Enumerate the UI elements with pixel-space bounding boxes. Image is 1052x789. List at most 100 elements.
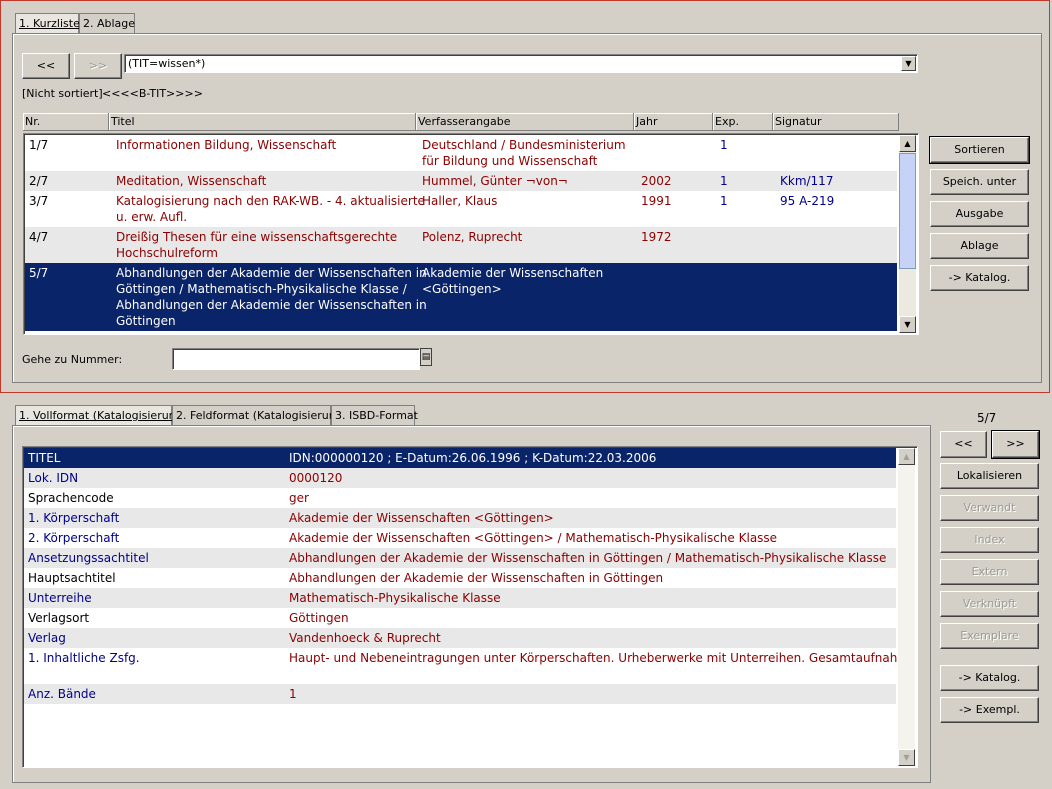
field-value: Akademie der Wissenschaften <Göttingen> … xyxy=(289,531,778,545)
field-row[interactable]: Ansetzungssachtitel Abhandlungen der Akad… xyxy=(24,548,896,568)
field-label: Ansetzungssachtitel xyxy=(28,551,149,565)
col-signatur[interactable]: Signatur xyxy=(773,113,899,131)
jahr-cell: 1972 xyxy=(641,230,672,244)
field-row[interactable]: Hauptsachtitel Abhandlungen der Akademie … xyxy=(24,568,896,588)
cell-line: für Bildung und Wissenschaft xyxy=(422,154,598,168)
lokalisieren-button[interactable]: Lokalisieren xyxy=(940,463,1039,489)
next-page-button[interactable]: >> xyxy=(74,53,122,79)
field-label: Verlagsort xyxy=(28,611,90,625)
verf-cell: Akademie der Wissenschaften <Göttingen> xyxy=(422,265,632,297)
col-jahr[interactable]: Jahr xyxy=(634,113,713,131)
sortieren-button[interactable]: Sortieren xyxy=(929,136,1030,164)
field-value: Abhandlungen der Akademie der Wissenscha… xyxy=(289,551,887,565)
exp-cell: 1 xyxy=(720,138,728,152)
sort-state: [Nicht sortiert] xyxy=(22,87,103,100)
table-row[interactable]: 1/7 Informationen Bildung, Wissenschaft De… xyxy=(25,135,897,171)
tab-ablage[interactable]: 2. Ablage xyxy=(79,13,135,33)
cell-line: Göttingen / Mathematisch-Physikalische K… xyxy=(116,282,407,296)
cell-line: Hochschulreform xyxy=(116,246,218,260)
field-row[interactable]: Anz. Bände 1 xyxy=(24,684,896,704)
field-label: 1. Körperschaft xyxy=(28,511,120,525)
goto-input[interactable] xyxy=(172,348,420,370)
detail-scrollbar[interactable]: ▲ ▼ xyxy=(898,448,915,766)
field-label: Sprachencode xyxy=(28,491,114,505)
table-row[interactable]: 5/7 Abhandlungen der Akademie der Wissens… xyxy=(25,263,897,331)
index-button[interactable]: Index xyxy=(940,527,1039,553)
list-scrollbar[interactable]: ▲ ▼ xyxy=(899,135,916,333)
col-verfasser[interactable]: Verfasserangabe xyxy=(416,113,634,131)
table-row[interactable]: 2/7 Meditation, Wissenschaft Hummel, Günte… xyxy=(25,171,897,191)
cell-line: Meditation, Wissenschaft xyxy=(116,174,267,188)
tab-feldformat[interactable]: 2. Feldformat (Katalogisierung) xyxy=(172,405,347,425)
field-label: 2. Körperschaft xyxy=(28,531,120,545)
field-value: Abhandlungen der Akademie der Wissenscha… xyxy=(289,571,664,585)
field-row[interactable]: 1. Inhaltliche Zsfg. Haupt- und Nebeneint… xyxy=(24,648,898,684)
verf-cell: Hummel, Günter ¬von¬ xyxy=(422,173,632,189)
detail-scroll-down-icon[interactable]: ▼ xyxy=(898,749,915,766)
cell-line: Akademie der Wissenschaften xyxy=(422,266,604,280)
speich-unter-button[interactable]: Speich. unter xyxy=(930,169,1029,195)
tab-kurzliste[interactable]: 1. Kurzliste xyxy=(15,13,80,33)
field-value: Vandenhoeck & Ruprecht xyxy=(289,631,441,645)
titel-cell: Informationen Bildung, Wissenschaft xyxy=(116,137,416,153)
tab-vollformat[interactable]: 1. Vollformat (Katalogisierung) xyxy=(15,405,187,425)
ausgabe-button[interactable]: Ausgabe xyxy=(930,201,1029,227)
sig-cell: 95 A-219 xyxy=(780,194,835,208)
record-next-button[interactable]: >> xyxy=(991,430,1040,459)
detail-scroll-up-icon[interactable]: ▲ xyxy=(898,448,915,465)
sig-cell: Kkm/117 xyxy=(780,174,834,188)
query-combobox[interactable]: (TIT=wissen*) ▼ xyxy=(124,54,918,73)
exp-cell: 1 xyxy=(720,194,728,208)
extern-button[interactable]: Extern xyxy=(940,559,1039,585)
cell-line: Abhandlungen der Akademie der Wissenscha… xyxy=(116,266,427,280)
field-label: Anz. Bände xyxy=(28,687,96,701)
goto-picker-icon[interactable]: ▤ xyxy=(420,348,432,366)
query-text: (TIT=wissen*) xyxy=(128,57,206,70)
cell-line: Katalogisierung nach den RAK-WB. - 4. ak… xyxy=(116,194,425,208)
titel-cell: Dreißig Thesen für eine wissenschaftsger… xyxy=(116,229,416,261)
tab-isbd[interactable]: 3. ISBD-Format xyxy=(331,405,418,425)
col-exp[interactable]: Exp. xyxy=(713,113,773,131)
verwandt-button[interactable]: Verwandt xyxy=(940,495,1039,521)
field-row[interactable]: Unterreihe Mathematisch-Physikalische Kla… xyxy=(24,588,896,608)
field-label: Unterreihe xyxy=(28,591,92,605)
col-titel[interactable]: Titel xyxy=(109,113,416,131)
detail-to-katalog-button[interactable]: -> Katalog. xyxy=(940,665,1039,691)
cell-line: <Göttingen> xyxy=(422,282,502,296)
prev-page-button[interactable]: << xyxy=(22,53,70,79)
cell-line: Göttingen xyxy=(116,314,176,328)
table-row[interactable]: 4/7 Dreißig Thesen für eine wissenschafts… xyxy=(25,227,897,263)
cell-line: Informationen Bildung, Wissenschaft xyxy=(116,138,337,152)
dropdown-arrow-icon[interactable]: ▼ xyxy=(901,56,916,71)
scroll-up-icon[interactable]: ▲ xyxy=(899,135,916,152)
jahr-cell: 1991 xyxy=(641,194,672,208)
field-row[interactable]: Verlag Vandenhoeck & Ruprecht xyxy=(24,628,896,648)
field-value: Haupt- und Nebeneintragungen unter Körpe… xyxy=(289,651,898,665)
scroll-thumb[interactable] xyxy=(899,153,916,269)
field-row[interactable]: Lok. IDN 0000120 xyxy=(24,468,896,488)
col-nr[interactable]: Nr. xyxy=(23,113,109,131)
field-value: IDN:000000120 ; E-Datum:26.06.1996 ; K-D… xyxy=(289,451,657,465)
field-row[interactable]: TITEL IDN:000000120 ; E-Datum:26.06.1996 … xyxy=(24,448,896,468)
field-row[interactable]: Verlagsort Göttingen xyxy=(24,608,896,628)
verknuepft-button[interactable]: Verknüpft xyxy=(940,591,1039,617)
field-label: Verlag xyxy=(28,631,66,645)
table-row[interactable]: 3/7 Katalogisierung nach den RAK-WB. - 4.… xyxy=(25,191,897,227)
exemplare-button[interactable]: Exemplare xyxy=(940,623,1039,649)
record-prev-button[interactable]: << xyxy=(940,431,987,458)
field-row[interactable]: 2. Körperschaft Akademie der Wissenschaft… xyxy=(24,528,896,548)
field-row[interactable]: Sprachencode ger xyxy=(24,488,896,508)
field-row[interactable]: 1. Körperschaft Akademie der Wissenschaft… xyxy=(24,508,896,528)
field-value: Mathematisch-Physikalische Klasse xyxy=(289,591,501,605)
to-exempl-button[interactable]: -> Exempl. xyxy=(940,697,1039,723)
sort-key: <<<<B-TIT>>>> xyxy=(102,87,203,100)
verf-cell: Deutschland / Bundesministerium für Bildu… xyxy=(422,137,632,169)
nr-cell: 4/7 xyxy=(29,230,49,244)
to-katalog-button[interactable]: -> Katalog. xyxy=(930,265,1029,291)
field-label: Lok. IDN xyxy=(28,471,79,485)
field-label: TITEL xyxy=(28,451,61,465)
ablage-button[interactable]: Ablage xyxy=(930,233,1029,259)
cell-line: Hummel, Günter ¬von¬ xyxy=(422,174,568,188)
jahr-cell: 2002 xyxy=(641,174,672,188)
scroll-down-icon[interactable]: ▼ xyxy=(899,316,916,333)
